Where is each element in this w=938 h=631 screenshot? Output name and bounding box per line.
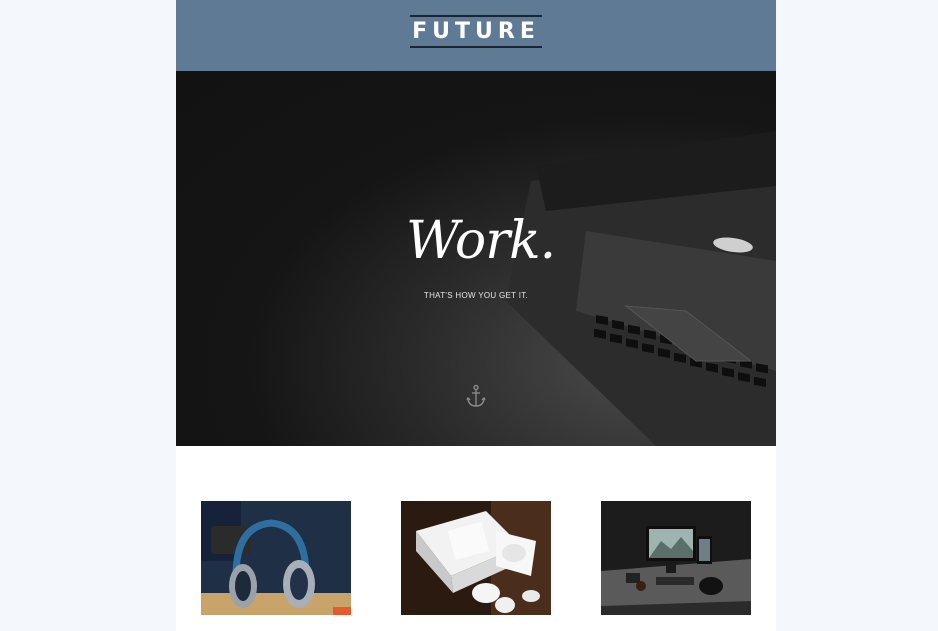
desk-image [601, 501, 751, 615]
header: FUTURE [176, 0, 776, 71]
hero-subtitle: THAT'S HOW YOU GET IT. [423, 291, 529, 300]
email-page: FUTURE Work. THAT'S HOW YOU GET IT. [176, 0, 776, 631]
product-thumb-earbuds[interactable] [401, 501, 551, 615]
anchor-icon[interactable] [466, 384, 486, 410]
product-thumb-desk[interactable] [601, 501, 751, 615]
headphones-image [201, 501, 351, 615]
earbuds-image [401, 501, 551, 615]
product-grid [176, 501, 776, 615]
hero-title: Work. [406, 211, 556, 271]
hero-banner: Work. THAT'S HOW YOU GET IT. [176, 71, 776, 446]
logo-link[interactable]: FUTURE [410, 15, 542, 48]
product-thumb-headphones[interactable] [201, 501, 351, 615]
